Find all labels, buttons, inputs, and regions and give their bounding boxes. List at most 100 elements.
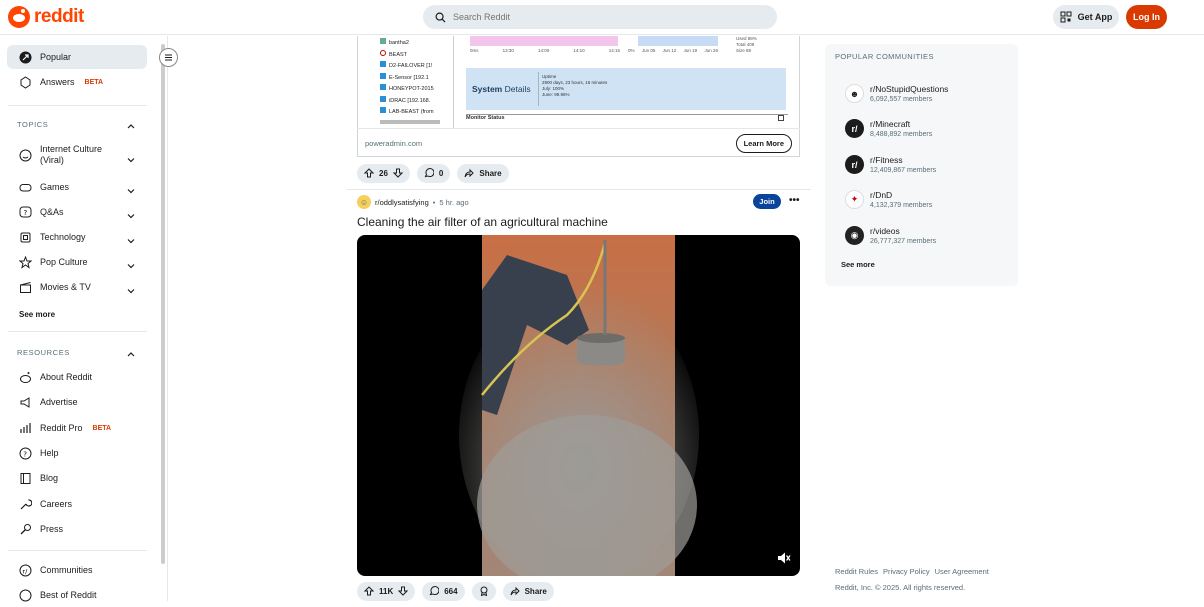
reddit-logo[interactable]: reddit bbox=[8, 6, 84, 28]
share-button[interactable]: Share bbox=[502, 582, 554, 601]
community-item[interactable]: ◉ r/videos 26,777,327 members bbox=[845, 226, 936, 245]
upvote-icon[interactable] bbox=[363, 167, 375, 180]
system-details-title: System Details bbox=[472, 84, 531, 94]
chevron-up-icon[interactable] bbox=[126, 346, 136, 364]
chart-axis-right: 0% Jun 05 Jun 12 Jun 19 Jun 26 bbox=[628, 48, 718, 53]
comments-button[interactable]: 664 bbox=[422, 582, 465, 601]
sidebar-item-blog[interactable]: Blog bbox=[7, 466, 147, 490]
tree-item: BEAST bbox=[389, 51, 408, 58]
join-button[interactable]: Join bbox=[753, 194, 781, 209]
wrench-icon bbox=[19, 498, 32, 511]
video-player[interactable] bbox=[357, 235, 800, 576]
svg-text:r/: r/ bbox=[22, 567, 28, 575]
search-bar[interactable] bbox=[423, 5, 777, 29]
community-members: 8,488,892 members bbox=[870, 131, 933, 138]
sidebar-item-best-of-reddit[interactable]: Best of Reddit bbox=[7, 583, 147, 607]
sidebar-item-careers[interactable]: Careers bbox=[7, 492, 147, 516]
sidebar-item-communities[interactable]: r/ Communities bbox=[7, 558, 147, 582]
community-item[interactable]: ✦ r/DnD 4,132,379 members bbox=[845, 190, 932, 209]
sidebar-item-label: Blog bbox=[40, 473, 59, 483]
mute-icon[interactable] bbox=[777, 551, 791, 570]
community-avatar: r/ bbox=[845, 119, 864, 138]
vote-group: 26 bbox=[357, 164, 410, 183]
chevron-down-icon[interactable] bbox=[126, 283, 136, 301]
sidebar-item-press[interactable]: Press bbox=[7, 517, 147, 541]
help-icon: ? bbox=[19, 447, 32, 460]
left-sidebar: Popular Answers BETA TOPICS Internet Cul… bbox=[0, 36, 178, 601]
sidebar-item-reddit-pro[interactable]: Reddit Pro BETA bbox=[7, 416, 147, 440]
reddit-rules-link[interactable]: Reddit Rules bbox=[835, 567, 878, 576]
top-bar: reddit Get App Log In bbox=[0, 0, 1204, 35]
downvote-icon[interactable] bbox=[392, 168, 404, 180]
sidebar-item-about-reddit[interactable]: About Reddit bbox=[7, 365, 147, 389]
popular-communities-panel: POPULAR COMMUNITIES ☻ r/NoStupidQuestion… bbox=[825, 44, 1018, 286]
upvote-icon[interactable] bbox=[363, 585, 375, 598]
subreddit-avatar[interactable]: ☺ bbox=[357, 195, 371, 209]
qr-code-icon bbox=[1060, 11, 1073, 24]
mic-icon bbox=[19, 523, 32, 536]
learn-more-button[interactable]: Learn More bbox=[735, 133, 792, 153]
community-members: 26,777,327 members bbox=[870, 238, 937, 245]
footer-links: Reddit Rules Privacy Policy User Agreeme… bbox=[835, 567, 989, 576]
community-item[interactable]: r/ r/Fitness 12,409,867 members bbox=[845, 155, 936, 174]
get-app-label: Get App bbox=[1077, 12, 1113, 22]
share-button[interactable]: Share bbox=[457, 164, 509, 183]
sidebar-divider bbox=[8, 550, 147, 551]
post-title[interactable]: Cleaning the air filter of an agricultur… bbox=[357, 215, 608, 229]
chevron-down-icon[interactable] bbox=[126, 208, 136, 226]
link-source[interactable]: poweradmin.com bbox=[365, 139, 422, 148]
tree-panel: bantha2 BEAST D2-FAILOVER [1! E-Sensor [… bbox=[376, 36, 454, 128]
log-in-button[interactable]: Log In bbox=[1126, 5, 1167, 29]
sidebar-item-label: Advertise bbox=[40, 397, 78, 407]
post-time: 5 hr. ago bbox=[439, 197, 469, 207]
chevron-down-icon[interactable] bbox=[126, 152, 136, 170]
topics-see-more[interactable]: See more bbox=[19, 310, 55, 319]
topics-heading[interactable]: TOPICS bbox=[17, 120, 137, 129]
comments-button[interactable]: 0 bbox=[416, 164, 451, 183]
monitor-status-label: Monitor Status bbox=[466, 115, 505, 121]
get-app-button[interactable]: Get App bbox=[1053, 5, 1119, 29]
chevron-down-icon[interactable] bbox=[126, 233, 136, 251]
search-input[interactable] bbox=[453, 12, 753, 22]
svg-text:?: ? bbox=[24, 209, 28, 217]
video-frame bbox=[459, 235, 699, 576]
sidebar-item-label: Communities bbox=[40, 565, 93, 575]
sidebar-toggle-button[interactable] bbox=[159, 48, 178, 67]
sidebar-scrollbar[interactable] bbox=[161, 44, 165, 564]
chevron-down-icon[interactable] bbox=[126, 258, 136, 276]
community-avatar: ☻ bbox=[845, 84, 864, 103]
sidebar-item-label: Press bbox=[40, 524, 64, 534]
reddit-snoo-icon bbox=[8, 6, 30, 28]
community-name: r/NoStupidQuestions bbox=[870, 84, 949, 94]
tree-item: iDRAC [192.168. bbox=[389, 97, 431, 104]
community-item[interactable]: r/ r/Minecraft 8,488,892 members bbox=[845, 119, 932, 138]
user-agreement-link[interactable]: User Agreement bbox=[935, 567, 989, 576]
megaphone-icon bbox=[19, 396, 32, 409]
subreddit-name[interactable]: r/oddlysatisfying bbox=[375, 198, 429, 207]
downvote-icon[interactable] bbox=[398, 586, 409, 598]
sidebar-item-popular[interactable]: Popular bbox=[7, 45, 147, 69]
resources-heading[interactable]: RESOURCES bbox=[17, 348, 137, 357]
sidebar-divider bbox=[8, 331, 147, 332]
privacy-policy-link[interactable]: Privacy Policy bbox=[883, 567, 930, 576]
chevron-up-icon[interactable] bbox=[126, 118, 153, 136]
award-icon bbox=[479, 586, 489, 598]
vote-count: 11K bbox=[379, 587, 394, 596]
resources-heading-label: RESOURCES bbox=[17, 348, 70, 357]
community-name: r/Fitness bbox=[870, 155, 903, 165]
system-details-panel: System Details Uptime 2900 days, 23 hour… bbox=[466, 68, 786, 110]
sidebar-item-advertise[interactable]: Advertise bbox=[7, 390, 147, 414]
community-members: 4,132,379 members bbox=[870, 202, 933, 209]
more-options-icon[interactable]: ••• bbox=[789, 195, 800, 206]
chart-area-blue bbox=[638, 36, 718, 46]
award-button[interactable] bbox=[471, 582, 496, 601]
communities-see-more[interactable]: See more bbox=[841, 260, 875, 269]
beta-badge: BETA bbox=[92, 424, 112, 432]
chevron-down-icon[interactable] bbox=[126, 183, 136, 201]
community-name: r/Minecraft bbox=[870, 119, 911, 129]
community-item[interactable]: ☻ r/NoStupidQuestions 6,092,557 members bbox=[845, 84, 948, 103]
logo-text: reddit bbox=[34, 6, 84, 27]
sidebar-item-help[interactable]: ? Help bbox=[7, 441, 147, 465]
sidebar-item-label: Technology bbox=[40, 232, 86, 242]
sidebar-item-answers[interactable]: Answers BETA bbox=[7, 70, 147, 94]
